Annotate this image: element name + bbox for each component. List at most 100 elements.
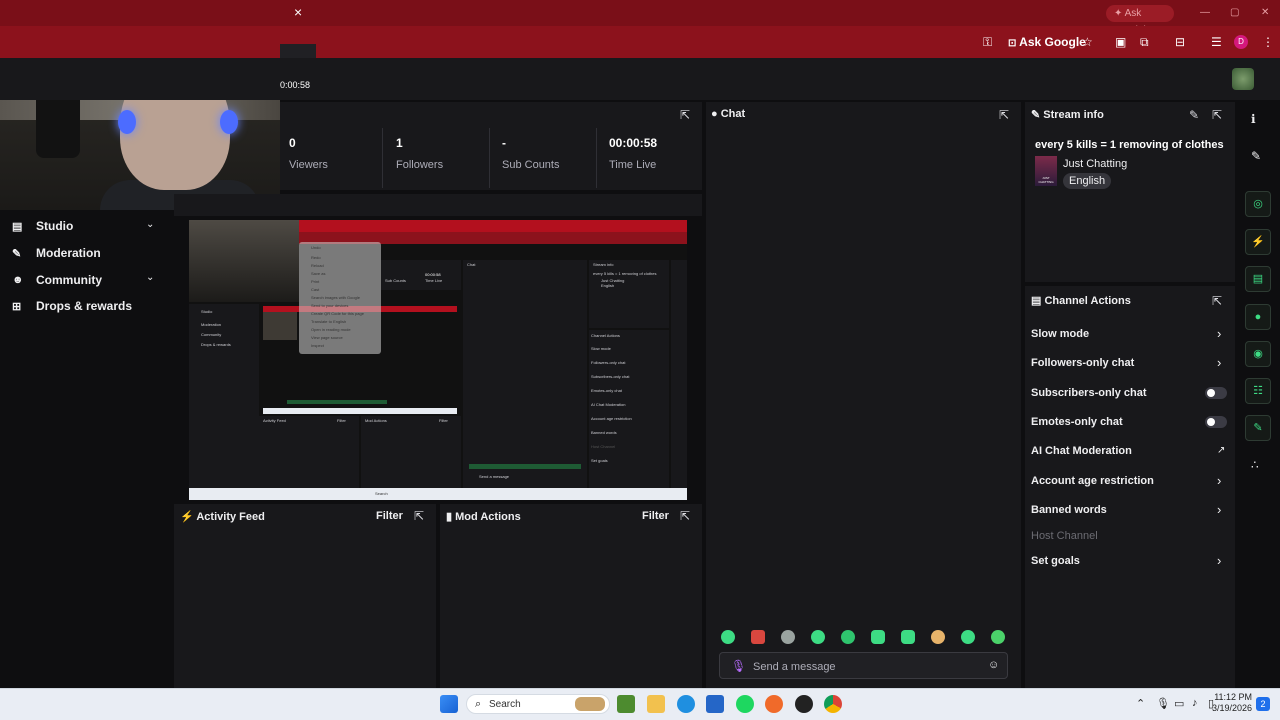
emoji-icon[interactable]: ☺ xyxy=(988,659,999,671)
emote-icon[interactable] xyxy=(961,630,975,644)
action-slow-mode[interactable]: Slow mode xyxy=(1031,328,1089,340)
notes-icon[interactable]: ▤ xyxy=(1245,266,1271,292)
chevron-down-icon[interactable]: ⌄ xyxy=(146,219,154,230)
sidebar-item-drops-rewards[interactable]: ⊞ Drops & rewards xyxy=(12,296,132,316)
emote-icon[interactable] xyxy=(751,630,765,644)
sidebar-item-studio[interactable]: ▤ Studio xyxy=(12,216,73,236)
emote-icon[interactable] xyxy=(871,630,885,644)
chat-input[interactable]: 🎙 Send a message ☺ xyxy=(719,652,1008,679)
headphone-light-left xyxy=(118,110,136,134)
edit-pencil-icon[interactable]: ✎ xyxy=(1189,108,1199,122)
action-emotes-only-chat[interactable]: Emotes-only chat xyxy=(1031,416,1123,428)
minimize-icon[interactable]: — xyxy=(1200,7,1210,18)
capture-icon[interactable]: ◎ xyxy=(1245,191,1271,217)
close-tab-icon[interactable]: × xyxy=(294,4,302,20)
expand-icon[interactable]: ⇱ xyxy=(414,509,424,523)
edge-icon[interactable] xyxy=(677,695,695,713)
expand-icon[interactable]: ⇱ xyxy=(680,108,690,122)
emote-icon[interactable] xyxy=(721,630,735,644)
action-followers-only-chat[interactable]: Followers-only chat xyxy=(1031,357,1134,369)
close-window-icon[interactable]: ✕ xyxy=(1261,7,1269,18)
sidebar-item-label: Drops & rewards xyxy=(36,299,133,313)
external-link-icon[interactable]: ↗ xyxy=(1217,445,1225,456)
bookmark-star-icon[interactable]: ☆ xyxy=(1082,35,1093,49)
preview-stats: Sub Counts 00:00:58 Time Live xyxy=(381,260,461,290)
emote-icon[interactable] xyxy=(841,630,855,644)
store-icon[interactable] xyxy=(706,695,724,713)
chevron-right-icon[interactable]: › xyxy=(1217,355,1221,370)
user-avatar[interactable] xyxy=(1232,68,1254,90)
windows-start-icon[interactable] xyxy=(440,695,458,713)
maximize-icon[interactable]: ▢ xyxy=(1230,7,1239,18)
chevron-down-icon[interactable]: ⌄ xyxy=(146,272,154,283)
chevron-right-icon[interactable]: › xyxy=(1217,553,1221,568)
edit-pencil-icon[interactable]: ✎ xyxy=(1251,149,1261,163)
spotify-icon[interactable] xyxy=(736,695,754,713)
action-set-goals[interactable]: Set goals xyxy=(1031,555,1080,567)
lightning-icon[interactable]: ⚡ xyxy=(1245,229,1271,255)
emotes-only-toggle[interactable] xyxy=(1205,416,1227,428)
action-ai-chat-moderation[interactable]: AI Chat Moderation xyxy=(1031,445,1132,457)
media-app-icon[interactable] xyxy=(765,695,783,713)
ask-gemini-button[interactable]: ✦ Ask Gemini xyxy=(1106,5,1174,36)
chevron-right-icon[interactable]: › xyxy=(1217,326,1221,341)
preview-sidebar: Studio Moderation Community Drops & rewa… xyxy=(189,304,259,488)
obs-icon[interactable] xyxy=(795,695,813,713)
microphone-icon[interactable]: 🎙 xyxy=(1156,697,1170,710)
sidebar-item-community[interactable]: ☻ Community xyxy=(12,270,102,290)
taskbar-search-box[interactable]: ⌕ Search xyxy=(466,694,610,714)
extension-icon[interactable]: ▣ xyxy=(1115,35,1126,49)
action-host-channel: Host Channel xyxy=(1031,530,1098,542)
chat-bubble-icon[interactable]: ● xyxy=(1245,304,1271,330)
stream-preview[interactable]: Studio Moderation Community Drops & rewa… xyxy=(189,220,687,500)
chevron-right-icon[interactable]: › xyxy=(1217,502,1221,517)
preview-filter: Filter xyxy=(439,418,448,423)
puzzle-icon[interactable]: ⧉ xyxy=(1140,35,1149,50)
preview-send-message: Send a message xyxy=(479,474,510,479)
profile-avatar[interactable]: D xyxy=(1234,35,1248,49)
chrome-icon[interactable] xyxy=(824,695,842,713)
password-key-icon[interactable]: ⚿ xyxy=(983,35,992,50)
language-tag[interactable]: English xyxy=(1063,173,1112,189)
preview-time-live: 00:00:58 xyxy=(425,272,441,277)
emote-icon[interactable] xyxy=(781,630,795,644)
minecraft-icon[interactable] xyxy=(617,695,635,713)
volume-icon[interactable]: ♪ xyxy=(1192,697,1198,709)
more-options-icon[interactable]: ∴ xyxy=(1251,458,1259,472)
stat-viewers: 0 Viewers xyxy=(289,136,328,171)
notification-badge[interactable]: 2 xyxy=(1256,697,1270,711)
microphone-icon[interactable]: 🎙 xyxy=(731,659,746,673)
action-banned-words[interactable]: Banned words xyxy=(1031,504,1107,516)
chevron-up-icon[interactable]: ⌃ xyxy=(1136,697,1145,710)
info-icon[interactable]: ℹ xyxy=(1251,112,1256,126)
emote-icon[interactable] xyxy=(811,630,825,644)
action-subscribers-only-chat[interactable]: Subscribers-only chat xyxy=(1031,387,1147,399)
tab-search-icon[interactable]: ⊟ xyxy=(1175,35,1185,49)
wrench-icon[interactable]: ✎ xyxy=(1245,415,1271,441)
preview-emote-row xyxy=(469,464,581,469)
expand-icon[interactable]: ⇱ xyxy=(1212,108,1222,122)
broadcast-icon[interactable]: ◉ xyxy=(1245,341,1271,367)
action-account-age-restriction[interactable]: Account age restriction xyxy=(1031,475,1154,487)
menu-kebab-icon[interactable]: ⋮ xyxy=(1262,35,1274,49)
expand-icon[interactable]: ⇱ xyxy=(680,509,690,523)
subscribers-only-toggle[interactable] xyxy=(1205,387,1227,399)
expand-icon[interactable]: ⇱ xyxy=(1212,294,1222,308)
file-explorer-icon[interactable] xyxy=(647,695,665,713)
taskbar-clock[interactable]: 11:12 PM 3/19/2026 xyxy=(1212,692,1252,714)
expand-icon[interactable]: ⇱ xyxy=(999,108,1009,122)
emote-icon[interactable] xyxy=(931,630,945,644)
ask-google-button[interactable]: ⊡ Ask Google xyxy=(1008,35,1086,49)
network-icon[interactable]: ▭ xyxy=(1174,697,1184,710)
chevron-right-icon[interactable]: › xyxy=(1217,473,1221,488)
activity-feed-filter-button[interactable]: Filter xyxy=(376,510,403,522)
stat-sub-counts: - Sub Counts xyxy=(502,136,559,171)
reading-list-icon[interactable]: ☰ xyxy=(1211,35,1222,49)
preview-action: Host Channel xyxy=(591,444,616,449)
mod-actions-filter-button[interactable]: Filter xyxy=(642,510,669,522)
sidebar-item-moderation[interactable]: ✎ Moderation xyxy=(12,243,101,263)
layout-icon[interactable]: ☷ xyxy=(1245,378,1271,404)
emote-icon[interactable] xyxy=(991,630,1005,644)
emote-icon[interactable] xyxy=(901,630,915,644)
preview-menu-item: Open in reading mode xyxy=(311,327,351,332)
